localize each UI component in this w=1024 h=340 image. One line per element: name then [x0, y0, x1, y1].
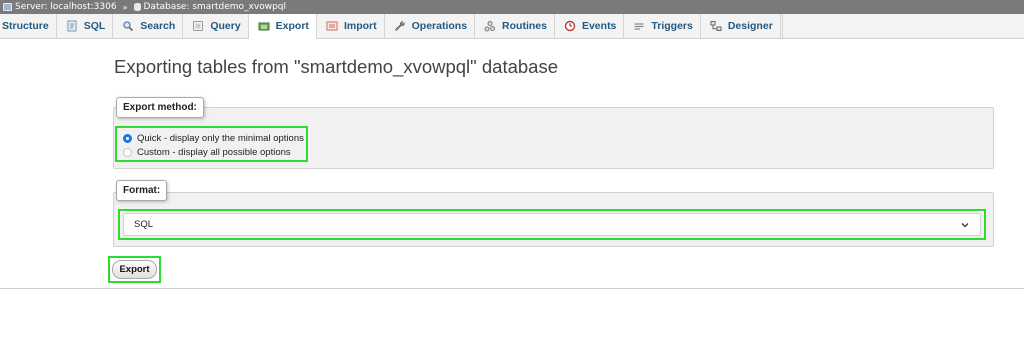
tab-label: SQL: [83, 20, 106, 32]
radio-quick[interactable]: Quick - display only the minimal options: [123, 131, 306, 145]
tab-label: Triggers: [651, 20, 693, 32]
radio-button-checked[interactable]: [123, 133, 132, 143]
tab-routines[interactable]: Routines: [475, 14, 555, 38]
radio-label[interactable]: Quick - display only the minimal options: [137, 133, 304, 144]
tab-label: Designer: [727, 20, 773, 32]
tab-label: Search: [140, 20, 176, 32]
tab-export[interactable]: Export: [248, 14, 317, 39]
format-legend: Format:: [116, 180, 168, 201]
breadcrumb-database[interactable]: Database: smartdemo_xvowpql: [144, 2, 287, 12]
radio-label[interactable]: Custom - display all possible options: [137, 147, 291, 158]
server-icon: [3, 3, 12, 11]
tab-query[interactable]: Query: [183, 14, 249, 38]
breadcrumb-server[interactable]: Server: localhost:3306: [15, 2, 117, 12]
export-method-options: Quick - display only the minimal options…: [115, 126, 308, 162]
tab-search[interactable]: Search: [113, 14, 184, 38]
breadcrumb-separator: »: [122, 2, 128, 12]
export-method-legend: Export method:: [116, 97, 204, 118]
export-button[interactable]: Export: [112, 260, 157, 279]
tab-operations[interactable]: Operations: [385, 14, 476, 38]
radio-custom[interactable]: Custom - display all possible options: [123, 145, 306, 159]
radio-button-unchecked[interactable]: [123, 147, 132, 157]
routines-icon: [484, 20, 496, 32]
tab-designer[interactable]: Designer: [701, 14, 781, 38]
tab-label: Events: [581, 20, 617, 32]
page-title: Exporting tables from "smartdemo_xvowpql…: [114, 56, 558, 77]
divider: [0, 288, 1024, 289]
sql-icon: [66, 20, 78, 32]
designer-icon: [710, 20, 722, 32]
tab-import[interactable]: Import: [317, 14, 385, 38]
tab-triggers[interactable]: Triggers: [624, 14, 701, 38]
tab-label: Import: [343, 20, 377, 32]
triggers-icon: [633, 20, 645, 32]
format-select-highlight: SQL: [118, 209, 986, 240]
export-button-highlight: Export: [108, 256, 161, 283]
tab-label: Structure: [2, 20, 49, 32]
database-icon: [133, 3, 141, 11]
tab-bar-end: [781, 14, 783, 38]
tab-bar: Structure SQL Search Query Export Import: [0, 14, 1024, 39]
breadcrumb: Server: localhost:3306 » Database: smart…: [0, 0, 1024, 14]
import-icon: [326, 20, 338, 32]
chevron-down-icon: [960, 220, 970, 230]
tab-label: Query: [210, 20, 241, 32]
query-icon: [192, 20, 204, 32]
format-select-value: SQL: [134, 219, 154, 230]
wrench-icon: [394, 20, 406, 32]
tab-structure[interactable]: Structure: [0, 14, 57, 38]
tab-label: Routines: [502, 20, 547, 32]
tab-label: Export: [275, 20, 309, 32]
search-icon: [122, 20, 134, 32]
tab-events[interactable]: Events: [555, 14, 625, 38]
export-icon: [258, 20, 270, 32]
clock-icon: [564, 20, 576, 32]
tab-sql[interactable]: SQL: [57, 14, 114, 38]
tab-label: Operations: [411, 20, 468, 32]
format-select[interactable]: SQL: [123, 213, 981, 236]
